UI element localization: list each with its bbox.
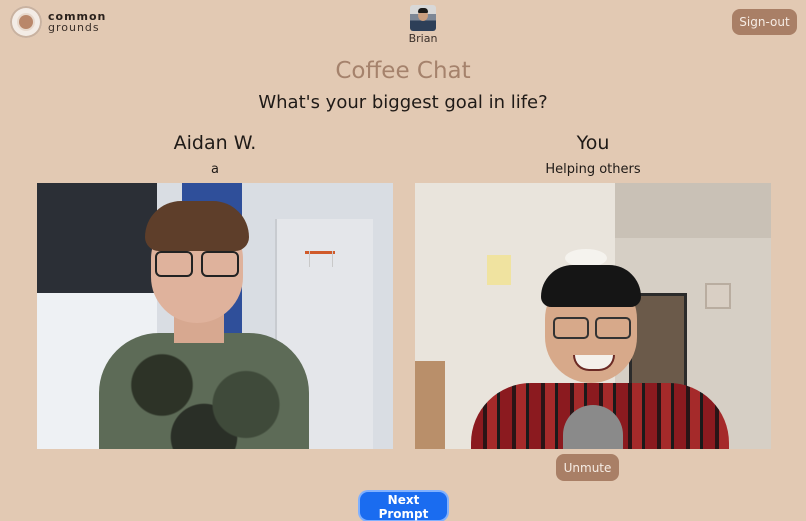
logo-wordmark: common grounds <box>48 11 106 33</box>
user-name: Brian <box>408 32 438 45</box>
next-prompt-button[interactable]: Next Prompt <box>360 492 447 521</box>
window-blind <box>37 183 157 293</box>
glasses <box>155 251 239 277</box>
person-hair <box>145 201 249 251</box>
participant-name-remote: Aidan W. <box>173 132 257 154</box>
remote-video-feed <box>37 183 393 449</box>
wall-poster <box>487 255 511 285</box>
sign-out-button[interactable]: Sign-out <box>732 9 797 35</box>
self-video-feed <box>415 183 771 449</box>
participant-answer-self: Helping others <box>545 162 641 177</box>
ceiling <box>615 183 771 238</box>
logo-line-2: grounds <box>48 21 100 34</box>
conversation-prompt: What's your biggest goal in life? <box>258 92 548 113</box>
page-title: Coffee Chat <box>335 58 471 84</box>
person-shirt <box>99 333 309 449</box>
coffee-cup-icon <box>10 6 42 38</box>
person-hair <box>541 265 641 307</box>
cabinet <box>415 361 445 449</box>
unmute-button[interactable]: Unmute <box>556 454 619 481</box>
bookshelf <box>629 293 687 394</box>
app-logo[interactable]: common grounds <box>10 6 106 38</box>
user-profile[interactable]: Brian <box>409 5 437 45</box>
wall-frame <box>705 283 731 309</box>
avatar[interactable] <box>410 5 436 31</box>
glasses <box>553 317 631 339</box>
participant-answer-remote: a <box>211 162 219 177</box>
hoop-net <box>309 251 333 267</box>
participant-name-self: You <box>576 132 610 154</box>
